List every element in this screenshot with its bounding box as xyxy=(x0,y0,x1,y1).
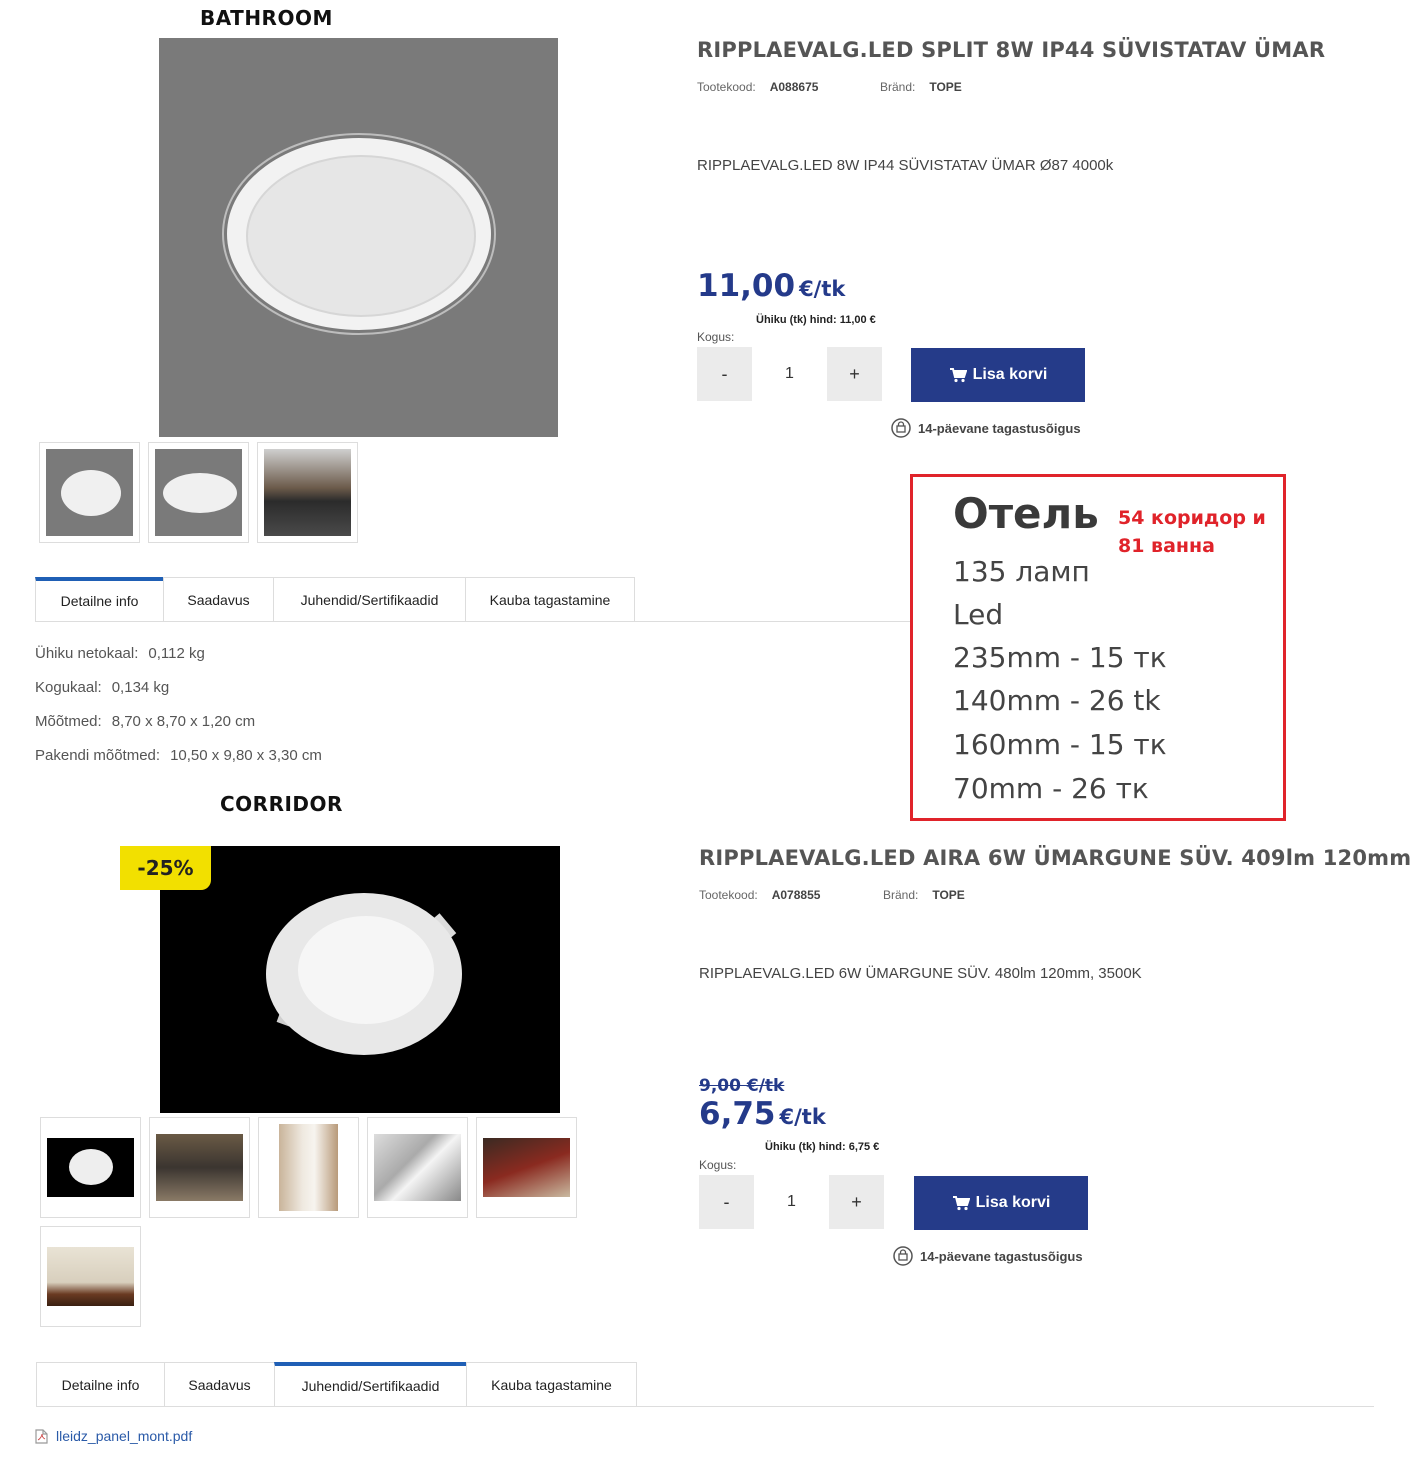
qty-input[interactable]: 1 xyxy=(752,347,827,401)
pdf-icon xyxy=(35,1428,48,1444)
product2-thumbnail-1[interactable] xyxy=(40,1117,141,1218)
spec-gross-weight: Kogukaal: 0,134 kg xyxy=(35,679,170,696)
return-icon xyxy=(891,418,911,438)
note-line: 160mm - 15 тк xyxy=(953,728,1167,761)
product1-return-policy: 14-päevane tagastusõigus xyxy=(890,417,1081,439)
product1-thumbnail-3[interactable] xyxy=(257,442,358,543)
product1-tab-availability[interactable]: Saadavus xyxy=(163,577,274,622)
cart-icon xyxy=(952,1196,970,1211)
section-label-bathroom: BATHROOM xyxy=(200,6,333,30)
qty-plus-button[interactable]: + xyxy=(827,347,882,401)
spec-package-dimensions: Pakendi mõõtmed: 10,50 x 9,80 x 3,30 cm xyxy=(35,747,322,764)
product2-main-image[interactable] xyxy=(160,846,560,1113)
product2-title: RIPPLAEVALG.LED AIRA 6W ÜMARGUNE SÜV. 40… xyxy=(699,846,1412,870)
product1-main-image[interactable] xyxy=(159,38,558,437)
note-line: 235mm - 15 тк xyxy=(953,641,1167,674)
product2-qty-label: Kogus: xyxy=(699,1158,737,1172)
qty-input[interactable]: 1 xyxy=(754,1175,829,1229)
product2-quantity-stepper: - 1 + xyxy=(699,1175,884,1229)
product2-code: Tootekood: A078855 xyxy=(699,888,821,902)
product2-thumbnail-3[interactable] xyxy=(258,1117,359,1218)
product1-qty-label: Kogus: xyxy=(697,330,735,344)
handwritten-note-box: Отель 54 коридор и 81 ванна 135 ламп Led… xyxy=(910,474,1286,821)
product1-description: RIPPLAEVALG.LED 8W IP44 SÜVISTATAV ÜMAR … xyxy=(697,157,1114,174)
product2-thumbnail-5[interactable] xyxy=(476,1117,577,1218)
qty-minus-button[interactable]: - xyxy=(699,1175,754,1229)
product1-tab-manuals[interactable]: Juhendid/Sertifikaadid xyxy=(273,577,466,622)
product2-add-to-cart-button[interactable]: Lisa korvi xyxy=(914,1176,1088,1230)
product1-quantity-stepper: - 1 + xyxy=(697,347,882,401)
qty-minus-button[interactable]: - xyxy=(697,347,752,401)
return-icon xyxy=(893,1246,913,1266)
product2-tab-availability[interactable]: Saadavus xyxy=(164,1362,275,1407)
cart-icon xyxy=(949,368,967,383)
product2-return-policy: 14-päevane tagastusõigus xyxy=(892,1245,1083,1267)
product1-code: Tootekood: A088675 xyxy=(697,80,819,94)
product2-tab-manuals[interactable]: Juhendid/Sertifikaadid xyxy=(274,1362,467,1407)
note-line: 70mm - 26 тк xyxy=(953,772,1149,805)
product2-old-price: 9,00 €/tk xyxy=(699,1076,785,1096)
qty-plus-button[interactable]: + xyxy=(829,1175,884,1229)
product2-brand: Bränd: TOPE xyxy=(883,888,965,902)
product2-unit-price: Ühiku (tk) hind: 6,75 € xyxy=(765,1141,880,1153)
spec-net-weight: Ühiku netokaal: 0,112 kg xyxy=(35,645,205,662)
section-label-corridor: CORRIDOR xyxy=(220,792,343,816)
product2-tab-returns[interactable]: Kauba tagastamine xyxy=(466,1362,637,1407)
note-line: 140mm - 26 tk xyxy=(953,684,1161,717)
product1-price: 11,00 €/tk xyxy=(697,268,846,304)
product1-tab-detailed-info[interactable]: Detailne info xyxy=(35,577,164,622)
product2-thumbnail-2[interactable] xyxy=(149,1117,250,1218)
note-header: Отель xyxy=(953,489,1099,538)
product1-add-to-cart-button[interactable]: Lisa korvi xyxy=(911,348,1085,402)
product2-thumbnail-4[interactable] xyxy=(367,1117,468,1218)
product2-thumbnail-6[interactable] xyxy=(40,1226,141,1327)
product2-description: RIPPLAEVALG.LED 6W ÜMARGUNE SÜV. 480lm 1… xyxy=(699,965,1142,982)
product2-tab-detailed-info[interactable]: Detailne info xyxy=(36,1362,165,1407)
product1-thumbnail-2[interactable] xyxy=(148,442,249,543)
note-line: Led xyxy=(953,598,1004,631)
product2-price: 6,75 €/tk xyxy=(699,1096,826,1132)
product1-title: RIPPLAEVALG.LED SPLIT 8W IP44 SÜVISTATAV… xyxy=(697,38,1326,62)
note-line: 135 ламп xyxy=(953,555,1090,588)
round-panel-light-image xyxy=(266,893,462,1055)
note-red-line-2: 81 ванна xyxy=(1118,535,1215,557)
product1-unit-price: Ühiku (tk) hind: 11,00 € xyxy=(756,314,876,326)
product1-brand: Bränd: TOPE xyxy=(880,80,962,94)
product1-tab-returns[interactable]: Kauba tagastamine xyxy=(465,577,635,622)
pdf-file-link[interactable]: lleidz_panel_mont.pdf xyxy=(35,1428,192,1444)
round-panel-light-image xyxy=(222,133,496,335)
product1-thumbnail-1[interactable] xyxy=(39,442,140,543)
spec-dimensions: Mõõtmed: 8,70 x 8,70 x 1,20 cm xyxy=(35,713,256,730)
discount-badge: -25% xyxy=(120,846,211,890)
note-red-line-1: 54 коридор и xyxy=(1118,507,1266,529)
